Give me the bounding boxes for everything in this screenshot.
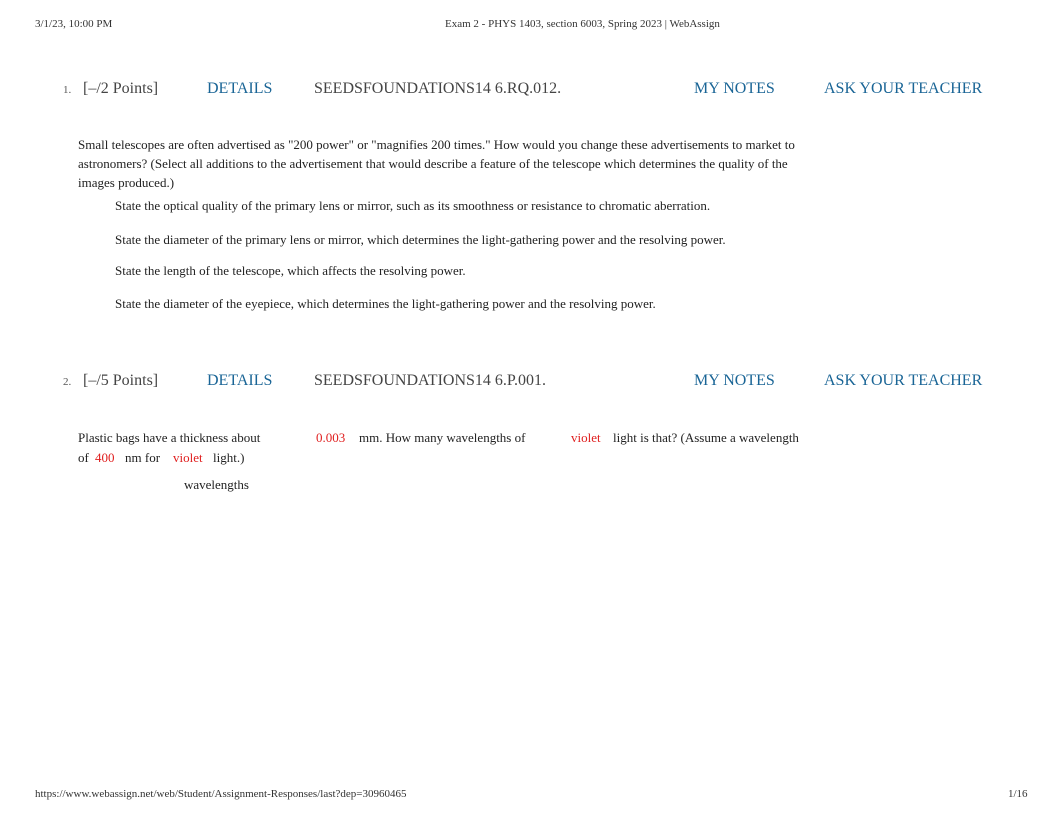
my-notes-link[interactable]: MY NOTES	[694, 80, 775, 98]
prompt-text: light is that? (Assume a wavelength	[613, 430, 799, 445]
prompt-text: nm for	[125, 450, 161, 465]
variable-value: 400	[95, 450, 115, 465]
prompt-text: of	[78, 450, 89, 465]
prompt-text: Plastic bags have a thickness about	[78, 430, 261, 445]
question-points: [–/5 Points]	[83, 372, 159, 389]
answer-option[interactable]: State the optical quality of the primary…	[115, 198, 710, 214]
variable-value: violet	[571, 430, 601, 445]
details-link[interactable]: DETAILS	[207, 80, 272, 98]
print-page-title: Exam 2 - PHYS 1403, section 6003, Spring…	[445, 18, 720, 30]
question-points: [–/2 Points]	[83, 80, 159, 97]
prompt-line: images produced.)	[78, 175, 175, 190]
prompt-text: light.)	[213, 450, 245, 465]
details-link[interactable]: DETAILS	[207, 372, 272, 390]
print-datetime: 3/1/23, 10:00 PM	[35, 18, 113, 30]
prompt-line: astronomers? (Select all additions to th…	[78, 156, 788, 171]
answer-option[interactable]: State the length of the telescope, which…	[115, 263, 466, 279]
answer-option[interactable]: State the diameter of the primary lens o…	[115, 232, 726, 248]
variable-value: 0.003	[316, 430, 346, 445]
print-url: https://www.webassign.net/web/Student/As…	[35, 788, 407, 800]
question-code: SEEDSFOUNDATIONS14 6.P.001.	[314, 372, 547, 389]
answer-unit-label: wavelengths	[184, 477, 249, 492]
question-prompt: Small telescopes are often advertised as…	[78, 135, 795, 192]
prompt-line: Small telescopes are often advertised as…	[78, 137, 795, 152]
question-code: SEEDSFOUNDATIONS14 6.RQ.012.	[314, 80, 562, 97]
ask-your-teacher-link[interactable]: ASK YOUR TEACHER	[824, 80, 982, 98]
question-number: 2.	[63, 376, 72, 388]
print-page-number: 1/16	[1008, 788, 1028, 800]
answer-option[interactable]: State the diameter of the eyepiece, whic…	[115, 296, 656, 312]
ask-your-teacher-link[interactable]: ASK YOUR TEACHER	[824, 372, 982, 390]
variable-value: violet	[173, 450, 203, 465]
question-number: 1.	[63, 84, 72, 96]
prompt-text: mm. How many wavelengths of	[359, 430, 526, 445]
my-notes-link[interactable]: MY NOTES	[694, 372, 775, 390]
